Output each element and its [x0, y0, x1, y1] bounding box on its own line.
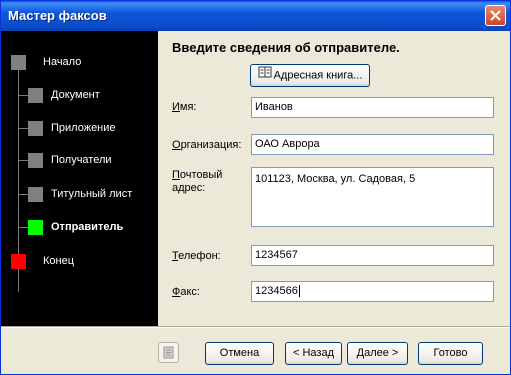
wizard-steps-panel: Начало Документ Приложение Получатели Ти…: [1, 31, 158, 326]
fax-label: Факс:: [172, 286, 200, 298]
phone-input[interactable]: 1234567: [251, 245, 494, 266]
organization-input[interactable]: ОАО Аврора: [251, 134, 494, 155]
step-marker-icon: [28, 153, 43, 168]
next-button[interactable]: Далее >: [347, 342, 408, 365]
text-cursor: [298, 285, 300, 298]
window-title: Мастер факсов: [8, 8, 107, 23]
address-book-button[interactable]: Адресная книга...: [250, 64, 370, 87]
sender-info-panel: Введите сведения об отправителе. Адресна…: [158, 31, 510, 326]
step-start: Начало: [1, 53, 158, 75]
name-label: Имя:: [172, 101, 197, 113]
step-attachment: Приложение: [1, 119, 158, 141]
step-label: Получатели: [51, 154, 112, 166]
step-label: Приложение: [51, 122, 116, 134]
close-button[interactable]: [485, 5, 506, 26]
address-book-icon: [258, 65, 272, 86]
close-icon: [490, 10, 501, 21]
step-connector: [18, 194, 28, 195]
step-connector: [18, 95, 28, 96]
step-connector: [18, 160, 28, 161]
title-bar[interactable]: Мастер факсов: [1, 1, 510, 31]
step-marker-icon: [28, 187, 43, 202]
step-marker-icon: [11, 55, 26, 70]
step-connector: [18, 227, 28, 228]
finish-button[interactable]: Готово: [418, 342, 483, 365]
step-recipients: Получатели: [1, 151, 158, 173]
step-document: Документ: [1, 86, 158, 108]
step-marker-icon: [28, 121, 43, 136]
step-connector: [18, 128, 28, 129]
step-marker-end-icon: [11, 254, 26, 269]
step-marker-icon: [28, 88, 43, 103]
step-label: Начало: [43, 56, 82, 68]
help-button[interactable]: [158, 342, 179, 363]
step-marker-current-icon: [28, 220, 43, 235]
step-label: Конец: [43, 255, 75, 267]
fax-input[interactable]: 1234566: [251, 281, 494, 302]
organization-label: Организация:: [172, 139, 242, 151]
page-heading: Введите сведения об отправителе.: [172, 40, 400, 55]
phone-label: Телефон:: [172, 250, 221, 262]
address-label-line2: адрес:: [172, 182, 206, 194]
fax-value: 1234566: [255, 285, 298, 297]
step-sender-current: Отправитель: [1, 218, 158, 240]
wizard-footer: Отмена < Назад Далее > Готово: [1, 328, 510, 374]
help-icon: [163, 346, 174, 359]
address-label-line1: Почтовый: [172, 169, 223, 181]
step-finish: Конец: [1, 252, 158, 274]
step-label: Отправитель: [51, 221, 124, 233]
fax-wizard-window: Мастер факсов Начало Документ Приложение: [0, 0, 511, 375]
address-book-label: Адресная книга...: [273, 69, 363, 82]
step-cover-page: Титульный лист: [1, 185, 158, 207]
step-label: Титульный лист: [51, 188, 133, 200]
name-input[interactable]: Иванов: [251, 97, 494, 118]
postal-address-textarea[interactable]: 101123, Москва, ул. Садовая, 5: [251, 167, 494, 227]
step-label: Документ: [51, 89, 100, 101]
cancel-button[interactable]: Отмена: [205, 342, 274, 365]
back-button[interactable]: < Назад: [285, 342, 342, 365]
